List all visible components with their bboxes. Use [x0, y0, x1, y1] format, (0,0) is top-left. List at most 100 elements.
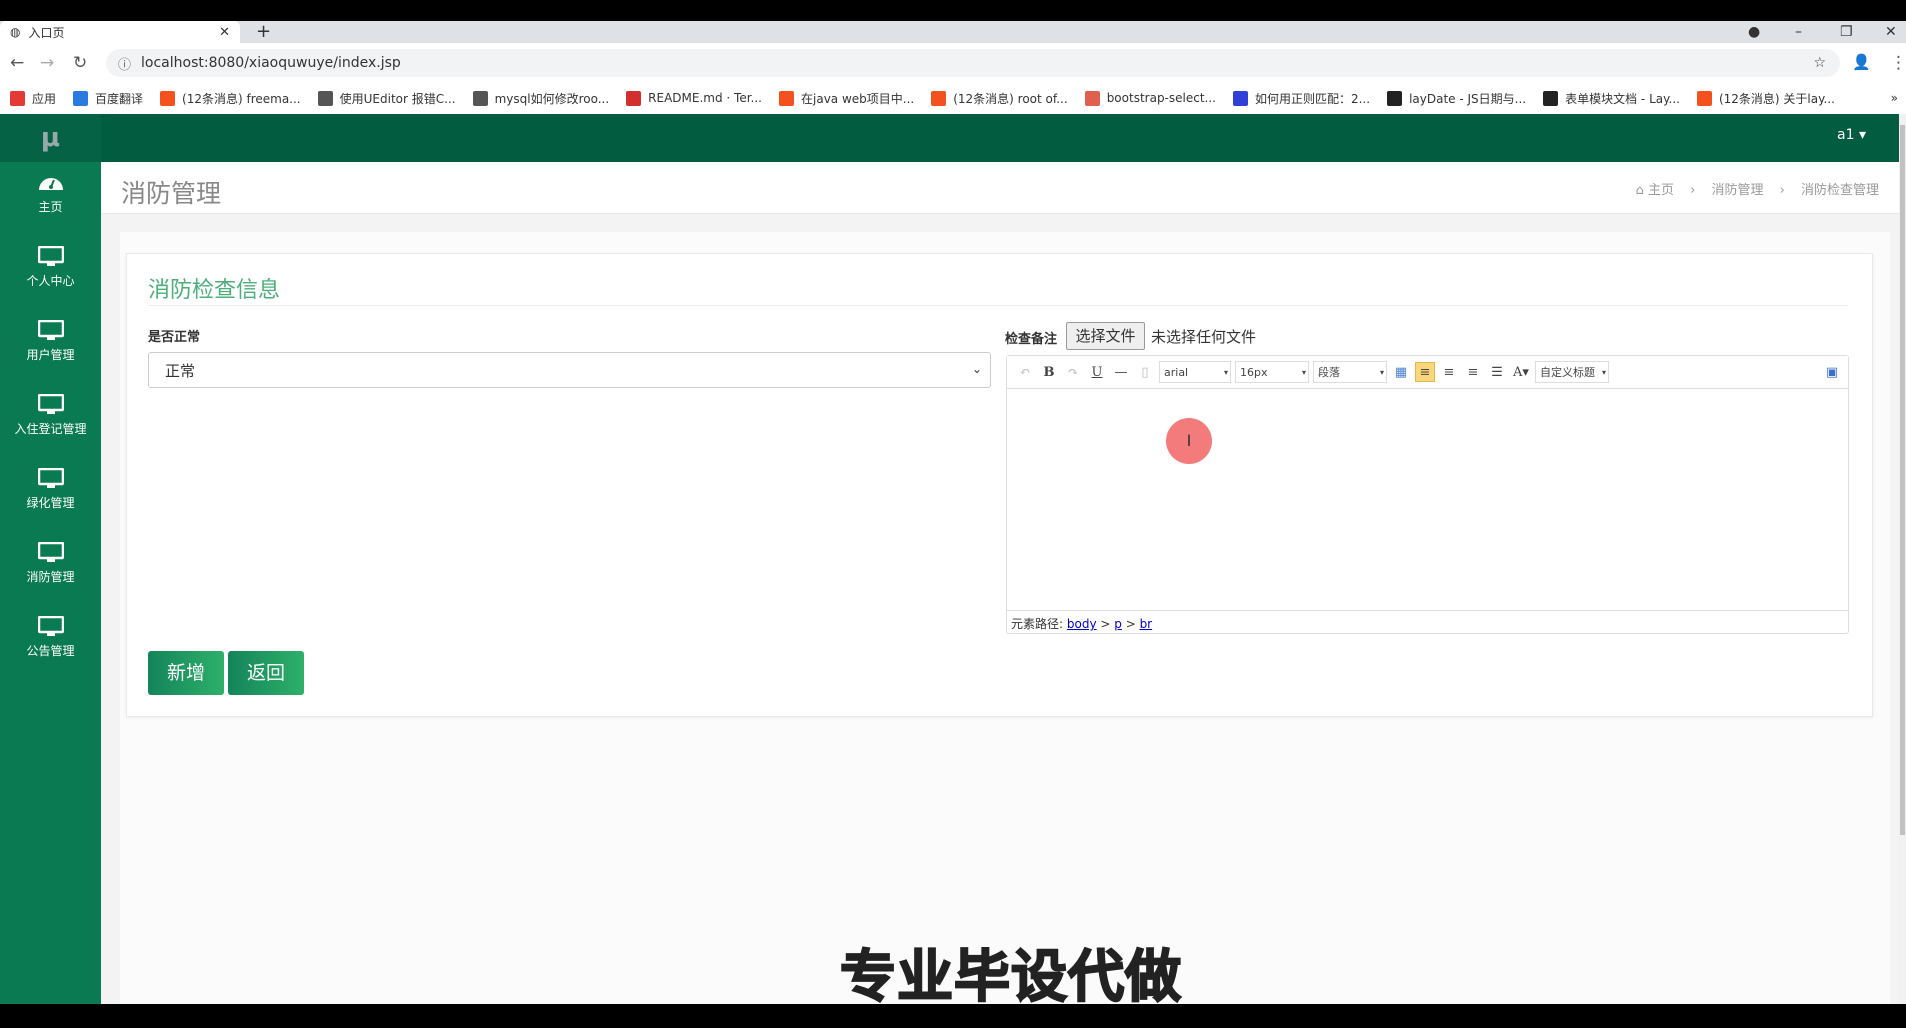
bookmark-label: mysql如何修改roo...	[494, 91, 610, 106]
bookmark-label: 百度翻译	[95, 91, 144, 106]
account-icon[interactable]: 👤	[1852, 53, 1871, 71]
bookmark-item[interactable]: bootstrap-select...	[1084, 90, 1216, 106]
sidebar-label: 绿化管理	[26, 496, 75, 510]
normal-select[interactable]: 正常 ⌄	[148, 352, 991, 388]
size-value: 16px	[1240, 365, 1268, 379]
justify-icon[interactable]: ☰	[1487, 362, 1507, 382]
custom-title-select[interactable]: 自定义标题 ▾	[1535, 361, 1609, 383]
path-br[interactable]: br	[1140, 617, 1153, 631]
sidebar-item[interactable]: 消防管理	[0, 532, 101, 606]
add-button[interactable]: 新增	[148, 651, 224, 695]
back-button[interactable]: 返回	[228, 651, 304, 695]
bookmark-icon	[931, 90, 947, 106]
bookmark-item[interactable]: mysql如何修改roo...	[472, 90, 610, 107]
bookmark-label: layDate - JS日期与...	[1409, 91, 1527, 106]
monitor-icon	[37, 246, 64, 266]
font-value: arial	[1164, 365, 1189, 379]
sidebar-item[interactable]: 绿化管理	[0, 458, 101, 532]
user-menu[interactable]: a1 ▾	[1837, 127, 1866, 143]
bookmark-item[interactable]: 百度翻译	[73, 90, 143, 107]
bookmark-item[interactable]: 在java web项目中...	[779, 90, 914, 107]
reload-icon[interactable]: ↻	[73, 53, 87, 73]
horizontal-rule-icon[interactable]: —	[1111, 362, 1131, 382]
globe-icon: ◍	[10, 25, 21, 39]
page-title: 消防管理	[121, 179, 222, 208]
align-left-icon[interactable]: ≡	[1415, 362, 1435, 382]
bookmark-item[interactable]: 应用	[10, 90, 56, 107]
sidebar-item[interactable]: 主页	[0, 162, 101, 236]
close-window-button[interactable]: ✕	[1885, 21, 1897, 43]
menu-icon[interactable]: ⋮	[1890, 53, 1906, 73]
tab-title: 入口页	[28, 25, 65, 40]
bookmark-item[interactable]: README.md · Ter...	[626, 90, 762, 106]
font-family-select[interactable]: arial ▾	[1159, 361, 1231, 383]
path-label: 元素路径:	[1011, 617, 1064, 631]
underline-icon[interactable]: U	[1087, 362, 1107, 382]
file-status: 未选择任何文件	[1151, 328, 1257, 346]
back-icon[interactable]: ←	[10, 53, 24, 73]
redo-icon[interactable]: ↷	[1063, 362, 1083, 382]
path-p[interactable]: p	[1114, 617, 1122, 631]
paragraph-select[interactable]: 段落 ▾	[1313, 361, 1387, 383]
font-size-select[interactable]: 16px ▾	[1235, 361, 1309, 383]
font-color-icon[interactable]: A▾	[1511, 362, 1531, 382]
bookmark-label: 在java web项目中...	[801, 91, 915, 106]
tab-strip: ◍ 入口页 ✕ + ● – ❐ ✕	[0, 21, 1906, 43]
forward-icon[interactable]: →	[40, 53, 54, 73]
bookmark-item[interactable]: (12条消息) root of...	[931, 90, 1068, 107]
bookmark-icon	[317, 90, 333, 106]
bookmark-item[interactable]: (12条消息) 关于lay...	[1696, 90, 1835, 107]
restore-button[interactable]: ❐	[1840, 21, 1853, 43]
align-right-icon[interactable]: ≡	[1439, 362, 1459, 382]
browser-tab[interactable]: ◍ 入口页 ✕	[0, 21, 240, 43]
sidebar-item[interactable]: 入住登记管理	[0, 384, 101, 458]
page-icon[interactable]: ▯	[1135, 362, 1155, 382]
undo-icon[interactable]: ↶	[1015, 362, 1035, 382]
bookmarks-bar: 应用 百度翻译 (12条消息) freema... 使用UEditor 报错C... m…	[0, 83, 1906, 113]
bookmark-item[interactable]: (12条消息) freema...	[160, 90, 301, 107]
sidebar-label: 主页	[38, 200, 63, 214]
align-center-icon[interactable]: ≡	[1463, 362, 1483, 382]
more-bookmarks-icon[interactable]: »	[1891, 91, 1898, 105]
close-tab-icon[interactable]: ✕	[219, 25, 230, 40]
bookmark-item[interactable]: 使用UEditor 报错C...	[317, 90, 456, 107]
info-icon: ⓘ	[118, 57, 132, 73]
normal-label: 是否正常	[148, 330, 201, 345]
bookmark-icon	[1696, 90, 1712, 106]
watermark-text: 专业毕设代做	[839, 944, 1182, 1011]
new-tab-button[interactable]: +	[256, 21, 271, 43]
monitor-icon	[37, 320, 64, 340]
sidebar-item[interactable]: 用户管理	[0, 310, 101, 384]
url-field[interactable]: ⓘ localhost:8080/xiaoquwuye/index.jsp ☆	[106, 49, 1840, 77]
url-text: localhost:8080/xiaoquwuye/index.jsp	[141, 55, 401, 71]
bookmark-item[interactable]: 表单模块文档 - Lay...	[1543, 90, 1680, 107]
sidebar-label: 个人中心	[26, 274, 75, 288]
bookmark-icon	[472, 90, 488, 106]
screen-top-bar	[0, 0, 1906, 21]
mouse-cursor-highlight: I	[1166, 418, 1212, 464]
breadcrumb-section[interactable]: 消防管理	[1711, 183, 1763, 198]
bold-icon[interactable]: B	[1039, 362, 1059, 382]
paragraph-value: 段落	[1318, 366, 1340, 379]
bookmark-icon	[10, 90, 25, 106]
bookmark-label: (12条消息) root of...	[953, 91, 1068, 106]
divider	[148, 305, 1848, 306]
rich-text-editor[interactable]: ↶ B ↷ U — ▯ arial ▾ 16px ▾ 段落 ▾ ▦ ≡ ≡ ≡ ☰ A…	[1006, 355, 1849, 634]
bookmark-item[interactable]: 如何用正则匹配：2...	[1232, 90, 1370, 107]
screen-bottom-bar	[0, 1004, 1906, 1028]
minimize-button[interactable]: –	[1795, 21, 1802, 43]
sidebar-item[interactable]: 公告管理	[0, 606, 101, 680]
path-body[interactable]: body	[1067, 617, 1097, 631]
editor-toolbar: ↶ B ↷ U — ▯ arial ▾ 16px ▾ 段落 ▾ ▦ ≡ ≡ ≡ ☰ A…	[1007, 356, 1848, 389]
bookmark-item[interactable]: layDate - JS日期与...	[1387, 90, 1526, 107]
choose-file-button[interactable]: 选择文件	[1066, 322, 1145, 350]
scrollbar-thumb[interactable]	[1900, 125, 1905, 835]
bookmark-icon	[626, 90, 642, 106]
star-icon[interactable]: ☆	[1813, 55, 1826, 71]
profile-dropdown-icon[interactable]: ●	[1748, 21, 1760, 43]
fullscreen-icon[interactable]: ▣	[1822, 362, 1842, 382]
table-icon[interactable]: ▦	[1391, 362, 1411, 382]
sidebar-item[interactable]: 个人中心	[0, 236, 101, 310]
element-path-bar: 元素路径: body > p > br	[1007, 610, 1848, 633]
breadcrumb-home[interactable]: 主页	[1648, 183, 1674, 198]
